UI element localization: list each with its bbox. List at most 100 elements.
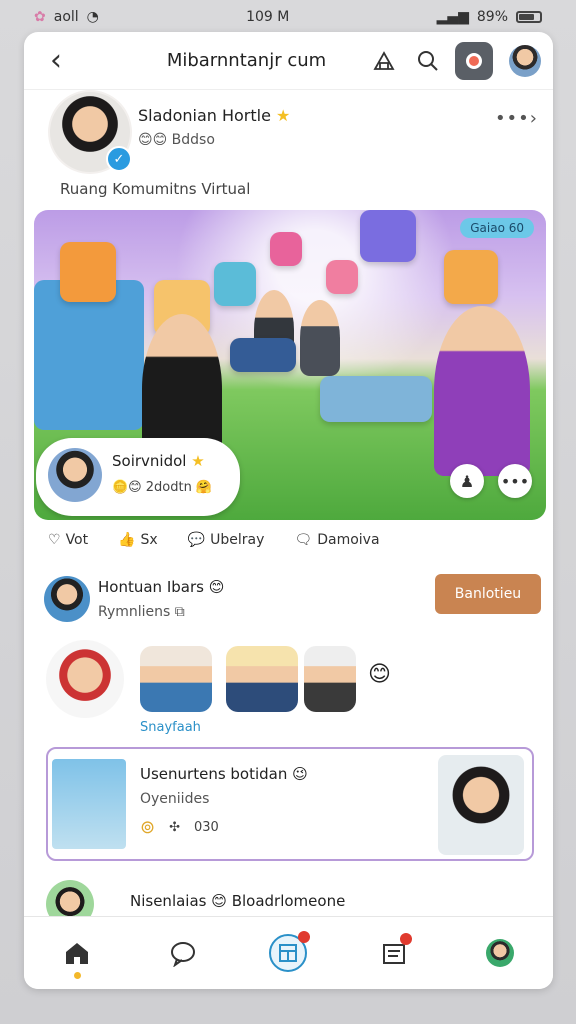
emoji-icon: 😊 [368,662,391,687]
notification-dot [400,933,413,945]
star-icon: ★ [191,452,205,470]
featured-title: Usenurtens botidan 😉 [140,765,308,783]
message-icon: 🗨 [294,532,313,548]
emoji-icon: 😊 [208,578,225,596]
wifi-icon: ◔ [86,9,99,25]
overlay-name-text: Soirvnidol [112,452,187,470]
tagline: Ruang Komumitns Virtual [60,180,251,198]
featured-meta: ⊚ ✣ 030 [140,817,219,838]
overlay-avatar [48,448,102,502]
featured-image [52,759,126,849]
like-action[interactable]: ♡ Vot [48,532,88,548]
list-item-extra: Bloadrlomeone [231,892,346,910]
profile-name[interactable]: Sladonian Hortle ★ [138,106,290,125]
tab-chat[interactable] [161,931,205,975]
decor-tile [60,242,116,302]
comment-icon: 💬 [187,532,206,548]
suggested-user: Hontuan Ibars 😊 Rymnliens ⧉ Banlotieu [44,572,541,632]
featured-count: 030 [194,820,219,835]
featured-title-text: Usenurtens botidan [140,765,288,783]
copy-icon: ⧉ [174,604,185,620]
comment-action[interactable]: 💬 Ubelray [188,532,265,548]
stories-label[interactable]: Snayfaah [140,720,201,735]
thumbs-label: Sx [140,532,158,548]
profile-subtitle: 😊😊 Bddso [138,132,215,148]
more-options-button[interactable]: •••› [495,108,538,129]
story-avatar[interactable] [46,640,124,718]
home-outline-icon[interactable] [367,44,401,78]
decor-board [34,280,144,430]
back-button[interactable]: ‹ [36,43,76,78]
overlay-user-card[interactable]: Soirvnidol ★ 🪙😊 2dodtn 🤗 [36,438,240,516]
list-item[interactable]: Nisenlaias 😊 Bloadrlomeone [46,880,536,928]
heart-icon: ♡ [48,532,61,548]
message-label: Damoiva [317,532,380,548]
battery-icon [516,11,542,23]
suggested-sub-text: Rymnliens [98,604,171,620]
thumbs-up-icon: 👍 [118,532,136,548]
pin-button[interactable]: ♟ [450,464,484,498]
story-thumb[interactable] [140,646,212,712]
game-board [320,376,432,422]
suggested-sub: Rymnliens ⧉ [98,604,185,620]
coin-icon: 🪙😊 [112,480,142,495]
star-icon: ★ [276,106,291,125]
profile-header: ✓ Sladonian Hortle ★ 😊😊 Bddso •••› [48,90,538,180]
story-thumb[interactable] [304,646,356,712]
featured-card[interactable]: Usenurtens botidan 😉 Oyeniides ⊚ ✣ 030 [46,747,534,861]
profile-name-text: Sladonian Hortle [138,106,271,125]
active-dot [73,972,81,979]
carrier-text: aoll [53,9,79,25]
decor-tile [444,250,498,304]
stories-row: 😊 Snayfaah [46,640,536,735]
person-middle [300,300,340,376]
hero-image[interactable]: Gaiao 60 Soirvnidol ★ 🪙😊 2dodtn 🤗 ♟ ••• [34,210,546,520]
app-window: ‹ Mibarnntanjr cum ✓ Sladonian Hortle ★ … [24,32,553,989]
tab-notes[interactable] [372,931,416,975]
avatar[interactable] [509,44,541,77]
decor-tile [270,232,302,266]
profile-icon [486,939,515,967]
person-right [434,306,530,476]
overlay-sub: 🪙😊 2dodtn 🤗 [112,480,212,495]
record-icon [466,52,482,69]
status-left: ✿ aoll ◔ [34,9,99,25]
app-switch-button[interactable] [455,41,493,80]
tab-profile[interactable] [478,931,522,975]
coin-icon: ⊚ [140,817,156,838]
status-bar: ✿ aoll ◔ 109 M ▂▄▆ 89% [0,0,576,34]
list-item-name: Nisenlaias [130,892,207,910]
chat-icon [170,942,195,967]
notification-dot [298,931,311,943]
featured-person-image [438,755,524,855]
suggested-avatar[interactable] [44,576,90,622]
verified-icon: ✓ [106,146,132,172]
site-title: Mibarnntanjr cum [166,50,327,71]
suggested-name[interactable]: Hontuan Ibars 😊 [98,578,224,596]
overlay-sub-text: 2dodtn [145,480,192,495]
search-icon[interactable] [411,44,445,78]
profile-sub-text: Bddso [171,132,215,148]
emoji-icon: 😊😊 [138,132,168,148]
battery-percent: 89% [476,9,508,25]
status-badge: Gaiao 60 [460,218,534,238]
emoji-icon: 😉 [292,765,308,783]
status-right: ▂▄▆ 89% [437,9,542,25]
more-button[interactable]: ••• [498,464,532,498]
emoji-icon: 🤗 [195,480,213,495]
follow-button[interactable]: Banlotieu [435,574,541,614]
app-icon: ✿ [34,9,46,25]
overlay-name: Soirvnidol ★ [112,452,205,470]
home-icon [65,943,88,964]
post-actions: ♡ Vot 👍 Sx 💬 Ubelray 🗨 Damoiva [48,532,538,548]
like-label: Vot [65,532,89,548]
message-action[interactable]: 🗨 Damoiva [294,532,379,548]
signal-icon: ▂▄▆ [436,9,469,25]
thumbs-action[interactable]: 👍 Sx [118,532,158,548]
tab-center[interactable] [266,931,311,975]
emoji-icon: 😊 [211,892,227,910]
story-thumb[interactable] [226,646,298,712]
tab-home[interactable] [55,931,99,979]
decor-tile [360,210,416,262]
decor-tile [214,262,256,306]
